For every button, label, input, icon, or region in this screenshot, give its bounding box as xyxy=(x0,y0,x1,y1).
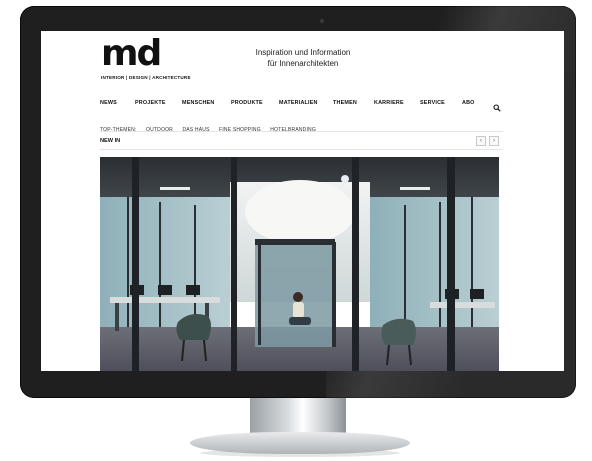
site-tagline: Inspiration und Information für Innenarc… xyxy=(231,47,375,69)
tagline-line-2: für Innenarchitekten xyxy=(267,59,339,68)
nav-item-materialien[interactable]: MATERIALIEN xyxy=(279,100,318,106)
tagline-line-1: Inspiration und Information xyxy=(255,48,351,57)
carousel-prev-button[interactable]: ‹ xyxy=(476,136,486,146)
hero-image[interactable] xyxy=(100,157,499,371)
subnav-item-fine-shopping[interactable]: FINE SHOPPING xyxy=(219,127,261,133)
office-interior-photo xyxy=(100,157,499,371)
nav-item-menschen[interactable]: MENSCHEN xyxy=(182,100,214,106)
subnav-item-hotelbranding[interactable]: HOTELBRANDING xyxy=(270,127,316,133)
webcam-icon xyxy=(320,19,324,23)
search-icon[interactable] xyxy=(493,99,501,112)
carousel-next-button[interactable]: › xyxy=(489,136,499,146)
section-title: NEW IN xyxy=(100,138,121,144)
subnav-item-outdoor[interactable]: OUTDOOR xyxy=(146,127,173,133)
divider xyxy=(100,149,503,150)
nav-item-abo[interactable]: ABO xyxy=(462,100,475,106)
nav-item-news[interactable]: NEWS xyxy=(100,100,117,106)
nav-item-service[interactable]: SERVICE xyxy=(420,100,445,106)
nav-item-themen[interactable]: THEMEN xyxy=(333,100,357,106)
subnav-label-top-themen: TOP-THEMEN: xyxy=(100,127,137,133)
nav-item-karriere[interactable]: KARRIERE xyxy=(374,100,404,106)
section-header: NEW IN ‹ › xyxy=(100,134,503,148)
nav-item-projekte[interactable]: PROJEKTE xyxy=(135,100,166,106)
divider xyxy=(100,131,503,132)
monitor-stand-foot xyxy=(190,432,410,454)
nav-item-produkte[interactable]: PRODUKTE xyxy=(231,100,263,106)
site-logo[interactable]: md INTERIOR | DESIGN | ARCHITECTURE xyxy=(101,36,191,82)
monitor-stand-neck xyxy=(250,398,346,436)
sub-navigation: TOP-THEMEN: OUTDOOR DAS HAUS FINE SHOPPI… xyxy=(100,118,321,133)
logo-wordmark: md xyxy=(101,33,162,74)
subnav-item-das-haus[interactable]: DAS HAUS xyxy=(182,127,209,133)
browser-screen: md INTERIOR | DESIGN | ARCHITECTURE Insp… xyxy=(41,31,564,371)
logo-subline: INTERIOR | DESIGN | ARCHITECTURE xyxy=(101,75,191,80)
main-navigation: NEWS PROJEKTE MENSCHEN PRODUKTE MATERIAL… xyxy=(100,100,503,110)
